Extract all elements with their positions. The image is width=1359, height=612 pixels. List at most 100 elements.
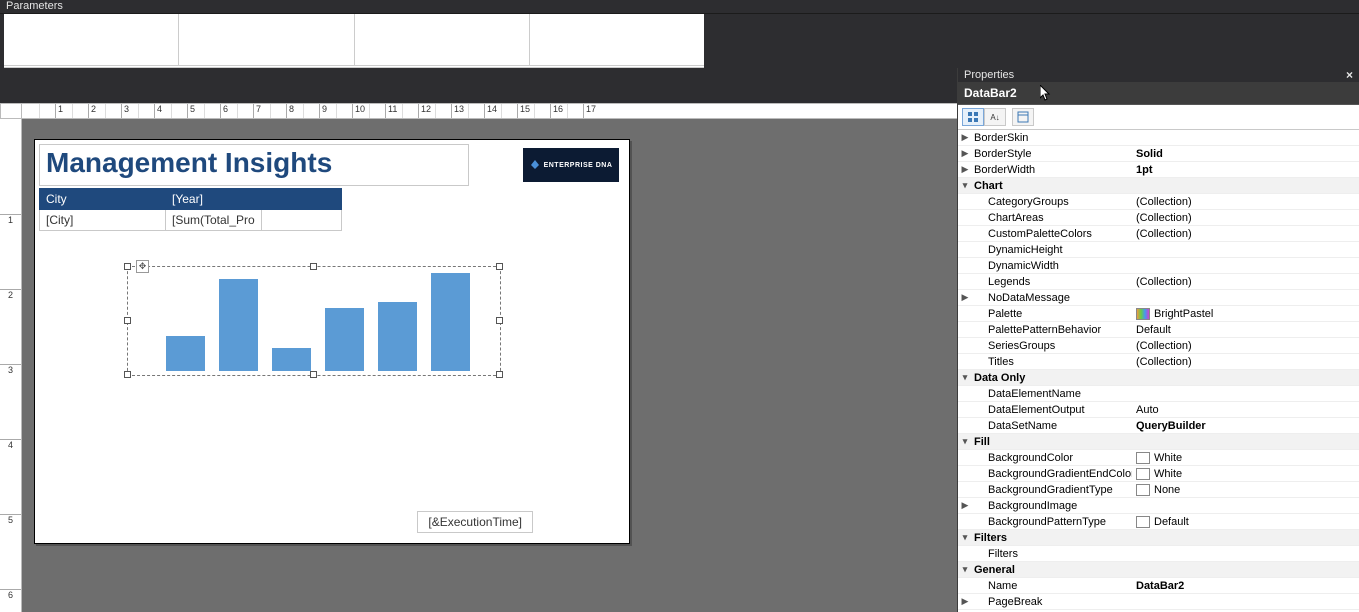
report-title[interactable]: Management Insights bbox=[46, 147, 462, 179]
property-row[interactable]: DynamicHeight bbox=[958, 242, 1359, 258]
resize-handle[interactable] bbox=[496, 317, 503, 324]
property-category[interactable]: ▾Data Only bbox=[958, 370, 1359, 386]
property-value[interactable]: BrightPastel bbox=[1132, 308, 1359, 320]
param-cell[interactable] bbox=[179, 14, 354, 66]
resize-handle[interactable] bbox=[124, 371, 131, 378]
col-header[interactable]: City bbox=[40, 189, 166, 210]
selected-object-name[interactable]: DataBar2 bbox=[964, 86, 1017, 100]
cell[interactable]: [Sum(Total_Pro bbox=[166, 210, 262, 231]
property-value[interactable]: (Collection) bbox=[1132, 212, 1359, 224]
col-header[interactable]: [Year] bbox=[166, 189, 262, 210]
expander-icon[interactable]: ▾ bbox=[958, 372, 972, 383]
cell[interactable]: [City] bbox=[40, 210, 166, 231]
expander-icon[interactable]: ▶ bbox=[958, 596, 972, 607]
expander-icon[interactable]: ▶ bbox=[958, 148, 972, 159]
expander-icon[interactable]: ▾ bbox=[958, 180, 972, 191]
parameters-grid[interactable] bbox=[4, 14, 704, 68]
property-row[interactable]: ChartAreas(Collection) bbox=[958, 210, 1359, 226]
property-value[interactable]: (Collection) bbox=[1132, 196, 1359, 208]
property-value[interactable]: (Collection) bbox=[1132, 228, 1359, 240]
property-name: CustomPaletteColors bbox=[972, 228, 1132, 240]
expander-icon[interactable]: ▾ bbox=[958, 436, 972, 447]
resize-handle[interactable] bbox=[496, 263, 503, 270]
property-row[interactable]: DataSetNameQueryBuilder bbox=[958, 418, 1359, 434]
resize-handle[interactable] bbox=[496, 371, 503, 378]
property-row[interactable]: PalettePatternBehaviorDefault bbox=[958, 322, 1359, 338]
col-header-empty[interactable] bbox=[261, 189, 341, 210]
bar[interactable] bbox=[431, 273, 470, 371]
property-grid[interactable]: ▶BorderSkin▶BorderStyleSolid▶BorderWidth… bbox=[958, 130, 1359, 612]
property-row[interactable]: BackgroundPatternTypeDefault bbox=[958, 514, 1359, 530]
property-row[interactable]: PaletteBrightPastel bbox=[958, 306, 1359, 322]
property-category[interactable]: ▾Fill bbox=[958, 434, 1359, 450]
property-row[interactable]: Filters bbox=[958, 546, 1359, 562]
property-value[interactable]: (Collection) bbox=[1132, 276, 1359, 288]
expander-icon[interactable]: ▾ bbox=[958, 532, 972, 543]
property-row[interactable]: CategoryGroups(Collection) bbox=[958, 194, 1359, 210]
resize-handle[interactable] bbox=[124, 317, 131, 324]
move-handle-icon[interactable]: ✥ bbox=[136, 260, 149, 273]
property-row[interactable]: ▶BorderStyleSolid bbox=[958, 146, 1359, 162]
property-row[interactable]: BackgroundColorWhite bbox=[958, 450, 1359, 466]
property-row[interactable]: DataElementName bbox=[958, 386, 1359, 402]
property-value[interactable]: 1pt bbox=[1132, 164, 1359, 176]
property-value[interactable]: White bbox=[1132, 452, 1359, 464]
property-row[interactable]: DynamicWidth bbox=[958, 258, 1359, 274]
param-cell[interactable] bbox=[355, 14, 530, 66]
property-value[interactable]: Solid bbox=[1132, 148, 1359, 160]
property-value[interactable]: Auto bbox=[1132, 404, 1359, 416]
property-name: BorderSkin bbox=[972, 132, 1132, 144]
execution-time-textbox[interactable]: [&ExecutionTime] bbox=[417, 511, 533, 533]
property-row[interactable]: NameDataBar2 bbox=[958, 578, 1359, 594]
close-icon[interactable]: × bbox=[1346, 68, 1353, 82]
property-row[interactable]: BackgroundGradientTypeNone bbox=[958, 482, 1359, 498]
expander-icon[interactable]: ▶ bbox=[958, 132, 972, 143]
bar[interactable] bbox=[166, 336, 205, 371]
property-row[interactable]: Legends(Collection) bbox=[958, 274, 1359, 290]
property-value[interactable]: Default bbox=[1132, 324, 1359, 336]
property-value[interactable]: None bbox=[1132, 484, 1359, 496]
bar[interactable] bbox=[272, 348, 311, 371]
bar[interactable] bbox=[325, 308, 364, 371]
expander-icon[interactable]: ▶ bbox=[958, 500, 972, 511]
property-row[interactable]: ▶BorderWidth1pt bbox=[958, 162, 1359, 178]
property-row[interactable]: ▶BorderSkin bbox=[958, 130, 1359, 146]
property-value[interactable]: (Collection) bbox=[1132, 340, 1359, 352]
expander-icon[interactable]: ▶ bbox=[958, 292, 972, 303]
property-category[interactable]: ▾Filters bbox=[958, 530, 1359, 546]
expander-icon[interactable]: ▾ bbox=[958, 564, 972, 575]
property-row[interactable]: SeriesGroups(Collection) bbox=[958, 338, 1359, 354]
property-row[interactable]: ▶PageBreak bbox=[958, 594, 1359, 610]
property-value[interactable]: White bbox=[1132, 468, 1359, 480]
property-value[interactable]: Default bbox=[1132, 516, 1359, 528]
property-value[interactable]: (Collection) bbox=[1132, 356, 1359, 368]
property-category[interactable]: ▾General bbox=[958, 562, 1359, 578]
design-canvas[interactable]: Management Insights ENTERPRISE DNA City … bbox=[22, 119, 957, 612]
property-row[interactable]: Titles(Collection) bbox=[958, 354, 1359, 370]
bar[interactable] bbox=[219, 279, 258, 371]
property-pages-button[interactable] bbox=[1012, 108, 1034, 126]
matrix-table[interactable]: City [Year] [City] [Sum(Total_Pro bbox=[39, 188, 342, 231]
property-category[interactable]: ▾Chart bbox=[958, 178, 1359, 194]
property-row[interactable]: ▶BackgroundImage bbox=[958, 498, 1359, 514]
bar[interactable] bbox=[378, 302, 417, 371]
property-value[interactable]: DataBar2 bbox=[1132, 580, 1359, 592]
databar-chart-selected[interactable]: ✥ bbox=[127, 266, 501, 376]
resize-handle[interactable] bbox=[124, 263, 131, 270]
property-row[interactable]: DataElementOutputAuto bbox=[958, 402, 1359, 418]
report-page[interactable]: Management Insights ENTERPRISE DNA City … bbox=[34, 139, 630, 544]
property-value[interactable]: QueryBuilder bbox=[1132, 420, 1359, 432]
resize-handle[interactable] bbox=[310, 263, 317, 270]
resize-handle[interactable] bbox=[310, 371, 317, 378]
property-row[interactable]: BackgroundGradientEndColorWhite bbox=[958, 466, 1359, 482]
param-cell[interactable] bbox=[530, 14, 704, 66]
cell-empty[interactable] bbox=[261, 210, 341, 231]
categorized-button[interactable] bbox=[962, 108, 984, 126]
property-name: ChartAreas bbox=[972, 212, 1132, 224]
properties-panel: Properties × DataBar2 A↓ ▶BorderSkin▶Bor… bbox=[957, 68, 1359, 612]
expander-icon[interactable]: ▶ bbox=[958, 164, 972, 175]
property-row[interactable]: CustomPaletteColors(Collection) bbox=[958, 226, 1359, 242]
param-cell[interactable] bbox=[4, 14, 179, 66]
alphabetical-button[interactable]: A↓ bbox=[984, 108, 1006, 126]
property-row[interactable]: ▶NoDataMessage bbox=[958, 290, 1359, 306]
